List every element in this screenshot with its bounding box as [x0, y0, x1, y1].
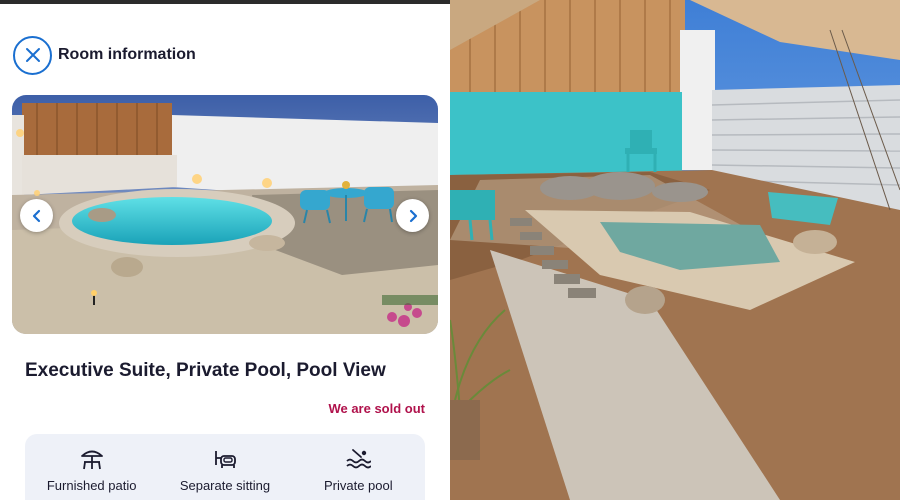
amenities-list: Furnished patio Separate sitting Private… — [25, 434, 425, 500]
construction-photo — [450, 0, 900, 500]
backyard-construction-image — [450, 0, 900, 500]
patio-umbrella-icon — [80, 450, 103, 470]
gallery-next-button[interactable] — [396, 199, 429, 232]
room-photo[interactable] — [12, 95, 438, 334]
header: Room information — [13, 35, 196, 75]
close-button[interactable] — [13, 35, 52, 75]
amenity-label: Separate sitting — [179, 478, 271, 493]
close-icon — [25, 48, 40, 62]
amenity-label: Private pool — [323, 478, 393, 493]
pool-patio-image — [12, 95, 438, 334]
page-title: Room information — [58, 46, 196, 63]
chevron-right-icon — [409, 209, 417, 222]
room-info-panel: Room information Executive Suite, Privat… — [0, 0, 450, 500]
amenity-label: Furnished patio — [46, 478, 137, 493]
top-bar — [0, 0, 450, 4]
amenity-private-pool: Private pool — [292, 434, 425, 500]
pool-waves-icon — [346, 449, 372, 469]
chevron-left-icon — [32, 209, 40, 222]
amenity-furnished-patio: Furnished patio — [25, 434, 158, 500]
amenity-separate-sitting: Separate sitting — [158, 434, 291, 500]
room-title: Executive Suite, Private Pool, Pool View — [25, 360, 386, 381]
gallery-prev-button[interactable] — [20, 199, 53, 232]
armchair-icon — [215, 451, 236, 468]
sold-out-status: We are sold out — [328, 401, 425, 416]
